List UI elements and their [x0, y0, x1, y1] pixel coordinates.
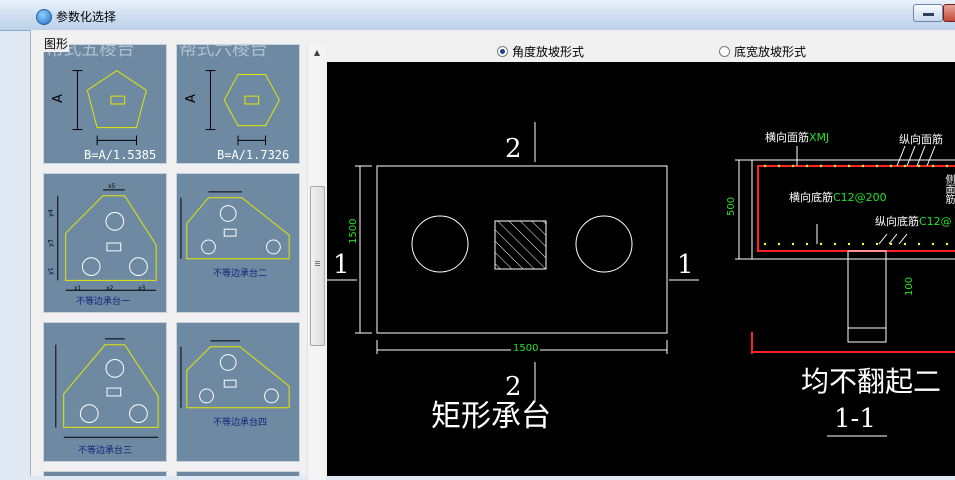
section-offset-dim: 100 — [904, 276, 915, 296]
thumbnail-label: B=A/1.7326 — [217, 148, 290, 162]
section-mark-left: 1 — [333, 250, 350, 280]
thumbnail-label: B=A/1.5385 — [84, 148, 157, 162]
plan-caption: 矩形承台 — [431, 399, 551, 434]
app-icon — [36, 9, 52, 25]
group-label: 图形 — [43, 35, 70, 52]
thumbnail-trapezoid-4[interactable]: 不等边承台四 — [176, 322, 300, 462]
thumbnail-label: 不等边承台二 — [213, 269, 268, 279]
trapezoid-2-shape-icon — [180, 191, 290, 260]
trapezoid-1-shape-icon — [57, 189, 157, 291]
thumbnail-grid: 帮式五棱台 A B=A/1.5385 帮式六棱台 A B=A/1.7326 x5… — [43, 44, 313, 476]
trapezoid-4-shape-icon — [180, 340, 290, 409]
title-bar: 参数化选择 — [0, 0, 955, 31]
close-button[interactable] — [943, 4, 955, 22]
section-caption: 均不翻起二 — [801, 365, 942, 398]
dim-a-label: A — [183, 94, 199, 103]
thumbnail-trapezoid-3[interactable]: 不等边承台三 — [43, 322, 167, 462]
grip-icon — [315, 261, 320, 262]
thumbnail-label: 不等边承台四 — [213, 418, 268, 428]
thumbnail-label: 不等边承台三 — [78, 446, 133, 456]
shape-panel: 图形 帮式五棱台 A B=A/1.5385 帮式六棱台 A B=A/1.7326… — [31, 34, 326, 480]
pentagon-shape-icon: 帮式五棱台 — [46, 45, 147, 146]
rebar-bottom-longitudinal: 纵向底筋C12@ — [875, 215, 952, 228]
dim-mark-x2: x2 — [106, 285, 114, 292]
section-depth-dim: 500 — [726, 196, 737, 216]
dim-mark-x1: x1 — [74, 285, 82, 292]
rebar-side: 侧面筋 — [943, 174, 954, 204]
hexagon-shape-icon: 帮式六棱台 — [179, 45, 280, 146]
dim-mark-y1: y1 — [47, 267, 55, 275]
thumbnail-pentagon[interactable]: 帮式五棱台 A B=A/1.5385 — [43, 44, 167, 164]
trapezoid-3-shape-icon — [55, 338, 159, 438]
minimize-button[interactable] — [913, 4, 943, 22]
dialog-body: 图形 帮式五棱台 A B=A/1.5385 帮式六棱台 A B=A/1.7326… — [30, 30, 955, 480]
section-mark-right: 1 — [677, 250, 694, 280]
radio-angle-slope[interactable]: 角度放坡形式 — [497, 43, 584, 60]
window-title: 参数化选择 — [56, 10, 117, 24]
dim-mark-x3: x3 — [138, 285, 146, 292]
svg-text:帮式六棱台: 帮式六棱台 — [179, 45, 267, 60]
rebar-top-transverse: 横向面筋XMJ — [765, 131, 830, 144]
dim-mark-y3: y3 — [47, 239, 55, 247]
scrollbar-thumb[interactable] — [310, 186, 325, 346]
scroll-up-arrow-icon[interactable]: ▲ — [308, 44, 326, 62]
dim-mark-y4: y4 — [47, 209, 55, 217]
radio-selected-icon — [497, 46, 508, 57]
thumbnail-trapezoid-1[interactable]: x5 y4 y3 y1 x1 x2 x3 不等边承台一 — [43, 173, 167, 313]
plan-width-dim: 1500 — [511, 343, 541, 354]
plan-height-dim: 1500 — [348, 218, 359, 244]
slope-options: 角度放坡形式 底宽放坡形式 — [327, 34, 955, 63]
rebar-top-longitudinal: 纵向面筋 — [899, 133, 943, 146]
thumbnail-trapezoid-2[interactable]: 不等边承台二 — [176, 173, 300, 313]
cad-preview: 2 2 1 1 1500 1500 矩形承台 500 100 横向面筋XMJ 纵… — [327, 62, 955, 476]
radio-label: 角度放坡形式 — [512, 45, 585, 59]
preview-panel: 角度放坡形式 底宽放坡形式 2 2 1 1 1500 1500 矩形承台 500… — [327, 34, 955, 476]
thumbnail-hexagon[interactable]: 帮式六棱台 A B=A/1.7326 — [176, 44, 300, 164]
minimize-icon — [923, 13, 934, 16]
radio-width-slope[interactable]: 底宽放坡形式 — [719, 43, 806, 60]
thumbnail-label: 不等边承台一 — [76, 297, 131, 307]
thumbnail-partial[interactable] — [176, 471, 300, 476]
rebar-bottom-transverse: 横向底筋C12@200 — [789, 191, 887, 204]
radio-label: 底宽放坡形式 — [734, 45, 807, 59]
thumbnail-partial[interactable] — [43, 471, 167, 476]
section-label: 1-1 — [834, 404, 876, 434]
radio-unselected-icon — [719, 46, 730, 57]
dim-mark-x5: x5 — [108, 183, 116, 190]
thumbnail-scrollbar[interactable]: ▲ — [307, 44, 326, 480]
section-mark-bottom: 2 — [505, 372, 522, 402]
dim-a-label: A — [50, 94, 66, 103]
section-mark-top: 2 — [505, 134, 522, 164]
